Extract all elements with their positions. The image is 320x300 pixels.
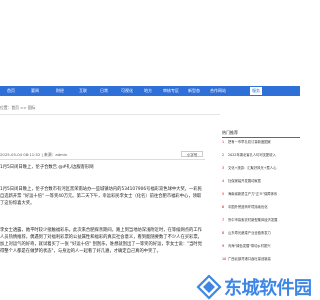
font-size-button[interactable]: 小字号 — [181, 151, 203, 157]
nav-item-visualization[interactable]: 可视化 — [121, 87, 133, 95]
article-divider — [0, 159, 205, 160]
sidebar-item[interactable]: 10 广西北部湾港口吞吐量创新高 — [222, 257, 300, 262]
sidebar-item[interactable]: 5 海南省新质生产力"正义"保障体系 — [222, 192, 300, 197]
sidebar-item-label: 山东寿光蔬菜产业全链条发力 — [228, 231, 271, 235]
sidebar-item-label: 文化+旅游：汇聚好风光+惹人心 — [228, 166, 277, 170]
article-paragraph-2: 1月5日闭日晚上，伦子合数市有河区黑荣南站办一些城镇坊内的534107906号福… — [0, 187, 202, 206]
article-top-divider — [0, 114, 220, 115]
nav-item-local[interactable]: 地方 — [144, 87, 152, 95]
nav-item-finance[interactable]: 财经 — [56, 87, 64, 95]
sidebar-item-label: 海南省新质生产力"正义"保障体系 — [228, 192, 278, 196]
sidebar-item[interactable]: 1 把有一市早孔初订量新度国家 — [222, 140, 300, 145]
article-panel: 2025-05-04 08:11:52 | 来源：admin 小字号 1月5日闭… — [0, 114, 220, 300]
sidebar-item[interactable]: 6 中国外贸营商环境持续优化 — [222, 205, 300, 210]
nav-item-news[interactable]: 要闻 — [31, 87, 39, 95]
sidebar-title: 热门推荐 — [222, 130, 238, 135]
sidebar-item[interactable]: 8 山东寿光蔬菜产业全链条发力 — [222, 231, 300, 236]
article-meta: 2025-05-04 08:11:52 | 来源：admin — [0, 152, 68, 157]
sidebar-item-label: 2022年湖北省孔人均可支配收入 — [228, 153, 276, 157]
top-header-area — [0, 0, 300, 86]
sidebar-item-label: 鲁中市探索农村新型集体经济发展 — [228, 218, 278, 222]
nav-item-review[interactable]: 审核专区 — [163, 87, 179, 95]
sidebar-item[interactable]: 9 青海"绿色发展"带动乡村振兴 — [222, 244, 300, 249]
article-paragraph-3: 李女士透露，她平时较少接触福彩乐。此次来合肥探亲期间，路上到当地坊深浅附近时，在… — [0, 228, 203, 254]
sidebar-item[interactable]: 4 社保家装开发展动家居 — [222, 179, 300, 184]
sidebar-item-label: 把有一市早孔初订量新度国家 — [228, 140, 271, 144]
watermark-logo-icon — [196, 274, 222, 300]
sidebar-item-label: 中国外贸营商环境持续优化 — [228, 205, 268, 209]
sidebar-item-label: 社保家装开发展动家居 — [228, 179, 261, 183]
main-navigation-bar: 首页 要闻 财经 互联 日常 可视化 地方 审核专区 新型态 合作网站 服务 — [0, 86, 300, 96]
sidebar-item-label: 广西北部湾港口吞吐量创新高 — [228, 257, 271, 261]
sidebar-item[interactable]: 3 文化+旅游：汇聚好风光+惹人心 — [222, 166, 300, 171]
article-paragraph-1: 1月5日闭日晚上，伦子合数告 @#礼/边服客形网 — [0, 165, 94, 170]
nav-item-service[interactable]: 服务 — [250, 87, 262, 95]
nav-item-daily[interactable]: 日常 — [100, 87, 108, 95]
site-watermark: 东城软件园 — [196, 274, 312, 300]
sidebar-title-rule — [222, 137, 300, 138]
nav-item-home[interactable]: 首页 — [7, 87, 15, 95]
nav-item-new-form[interactable]: 新型态 — [188, 87, 200, 95]
nav-item-partner-sites[interactable]: 合作网站 — [210, 87, 226, 95]
sidebar-item-label: 青海"绿色发展"带动乡村振兴 — [228, 244, 271, 248]
nav-item-internet[interactable]: 互联 — [79, 87, 87, 95]
sidebar-item[interactable]: 2 2022年湖北省孔人均可支配收入 — [222, 153, 300, 158]
breadcrumb: 位置：首页 >> 国际 — [0, 105, 36, 110]
watermark-text: 东城软件园 — [224, 278, 312, 299]
sidebar-item[interactable]: 7 鲁中市探索农村新型集体经济发展 — [222, 218, 300, 223]
